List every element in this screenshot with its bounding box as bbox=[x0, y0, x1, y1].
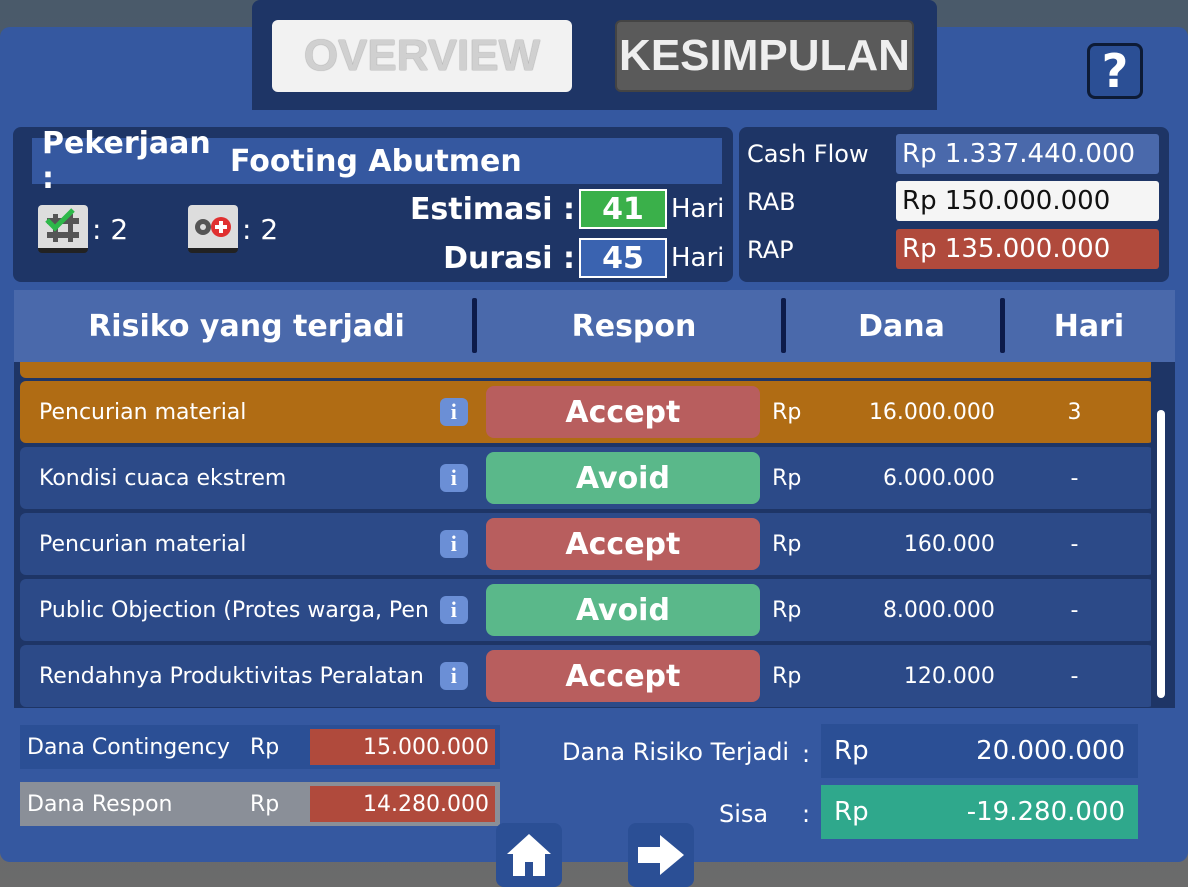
rap-value: Rp 135.000.000 bbox=[896, 229, 1159, 269]
risk-name: Pencurian material bbox=[39, 531, 247, 557]
info-icon[interactable]: i bbox=[439, 596, 468, 624]
estimasi-value: 41 bbox=[579, 189, 667, 229]
arrow-right-icon bbox=[638, 835, 684, 875]
gear-add-icon bbox=[188, 205, 238, 253]
estimasi-unit: Hari bbox=[671, 194, 725, 224]
header-response: Respon bbox=[571, 308, 697, 344]
job-name: Footing Abutmen bbox=[230, 143, 522, 179]
job-label: Pekerjaan : bbox=[42, 126, 211, 196]
completed-task-icon bbox=[38, 205, 88, 253]
rab-label: RAB bbox=[747, 188, 796, 216]
rab-value: Rp 150.000.000 bbox=[896, 181, 1159, 221]
dana-value: 160.000 bbox=[903, 531, 995, 557]
hari-value: 3 bbox=[1067, 399, 1082, 425]
table-row[interactable]: Public Objection (Protes warga, Penu i A… bbox=[20, 579, 1154, 641]
risk-fund-label: Dana Risiko Terjadi bbox=[562, 738, 790, 766]
risk-table[interactable]: Pencurian material i Accept Rp 16.000.00… bbox=[14, 362, 1175, 708]
response-button[interactable]: Avoid bbox=[485, 452, 761, 504]
info-icon[interactable]: i bbox=[439, 398, 468, 426]
respon-currency: Rp bbox=[250, 791, 280, 817]
issue-stat: : 2 bbox=[188, 205, 278, 253]
dana-value: 120.000 bbox=[903, 663, 995, 689]
header-divider bbox=[472, 298, 477, 353]
dana-value: 6.000.000 bbox=[882, 465, 995, 491]
header-risk: Risiko yang terjadi bbox=[88, 308, 405, 344]
scrollbar-thumb[interactable] bbox=[1157, 410, 1165, 698]
durasi-unit: Hari bbox=[671, 243, 725, 273]
respon-label: Dana Respon bbox=[27, 791, 173, 817]
dana-value: 8.000.000 bbox=[882, 597, 995, 623]
response-button[interactable]: Accept bbox=[485, 518, 761, 570]
hari-value: - bbox=[1070, 465, 1079, 491]
hari-value: - bbox=[1070, 597, 1079, 623]
completed-count: : 2 bbox=[92, 212, 129, 246]
help-button[interactable]: ? bbox=[1087, 43, 1143, 99]
risk-fund-value: 20.000.000 bbox=[976, 736, 1125, 766]
home-icon bbox=[507, 834, 551, 876]
risk-name: Kondisi cuaca ekstrem bbox=[39, 465, 287, 491]
contingency-row: Dana Contingency Rp 15.000.000 bbox=[20, 725, 500, 769]
table-row[interactable]: Kondisi cuaca ekstrem i Avoid Rp 6.000.0… bbox=[20, 447, 1154, 509]
estimasi-row: Estimasi : 41 Hari bbox=[395, 189, 724, 229]
risk-name: Pencurian material bbox=[39, 399, 247, 425]
completed-stat: : 2 bbox=[38, 205, 128, 253]
sisa-value: -19.280.000 bbox=[966, 797, 1125, 827]
currency: Rp bbox=[772, 597, 802, 623]
table-header: Risiko yang terjadi Respon Dana Hari bbox=[14, 290, 1175, 362]
sisa-box: Rp -19.280.000 bbox=[821, 785, 1138, 839]
header-dana: Dana bbox=[858, 308, 945, 344]
info-icon[interactable]: i bbox=[439, 662, 468, 690]
tab-overview[interactable]: OVERVIEW bbox=[272, 20, 572, 92]
respon-value: 14.280.000 bbox=[310, 786, 495, 822]
cashflow-value: Rp 1.337.440.000 bbox=[896, 134, 1159, 174]
durasi-value: 45 bbox=[579, 238, 667, 278]
contingency-value: 15.000.000 bbox=[310, 729, 495, 765]
header-hari: Hari bbox=[1053, 308, 1125, 344]
issue-count: : 2 bbox=[242, 212, 279, 246]
durasi-row: Durasi : 45 Hari bbox=[395, 238, 724, 278]
response-button[interactable]: Accept bbox=[485, 650, 761, 702]
next-button[interactable] bbox=[628, 823, 694, 887]
info-icon[interactable]: i bbox=[439, 464, 468, 492]
risk-fund-box: Rp 20.000.000 bbox=[821, 724, 1138, 778]
response-button[interactable]: Accept bbox=[485, 386, 761, 438]
hari-value: - bbox=[1070, 663, 1079, 689]
table-row[interactable]: Pencurian material i Accept Rp 16.000.00… bbox=[20, 381, 1154, 443]
response-button[interactable]: Avoid bbox=[485, 584, 761, 636]
hari-value: - bbox=[1070, 531, 1079, 557]
estimasi-label: Estimasi : bbox=[409, 191, 575, 227]
contingency-currency: Rp bbox=[250, 734, 280, 760]
cashflow-label: Cash Flow bbox=[747, 140, 869, 168]
currency: Rp bbox=[772, 399, 802, 425]
sisa-label: Sisa bbox=[719, 800, 769, 828]
job-title-bar: Pekerjaan : Footing Abutmen bbox=[32, 126, 722, 196]
table-row-partial bbox=[20, 362, 1154, 378]
header-divider bbox=[1000, 298, 1005, 353]
table-row[interactable]: Pencurian material i Accept Rp 160.000 - bbox=[20, 513, 1154, 575]
risk-name: Public Objection (Protes warga, Penu bbox=[39, 597, 428, 623]
rap-label: RAP bbox=[747, 236, 794, 264]
dana-value: 16.000.000 bbox=[868, 399, 995, 425]
tab-bar: OVERVIEW KESIMPULAN bbox=[252, 0, 937, 110]
home-button[interactable] bbox=[496, 823, 562, 887]
currency: Rp bbox=[772, 531, 802, 557]
risk-fund-currency: Rp bbox=[834, 736, 869, 766]
risk-fund-colon: : bbox=[802, 740, 811, 768]
table-row[interactable]: Rendahnya Produktivitas Peralatan i Acce… bbox=[20, 645, 1154, 707]
currency: Rp bbox=[772, 465, 802, 491]
durasi-label: Durasi : bbox=[443, 240, 575, 276]
risk-name: Rendahnya Produktivitas Peralatan bbox=[39, 663, 424, 689]
respon-row: Dana Respon Rp 14.280.000 bbox=[20, 782, 500, 826]
tab-kesimpulan[interactable]: KESIMPULAN bbox=[615, 20, 914, 92]
sisa-colon: : bbox=[802, 800, 811, 828]
currency: Rp bbox=[772, 663, 802, 689]
info-icon[interactable]: i bbox=[439, 530, 468, 558]
header-divider bbox=[781, 298, 786, 353]
contingency-label: Dana Contingency bbox=[27, 734, 230, 760]
sisa-currency: Rp bbox=[834, 797, 869, 827]
